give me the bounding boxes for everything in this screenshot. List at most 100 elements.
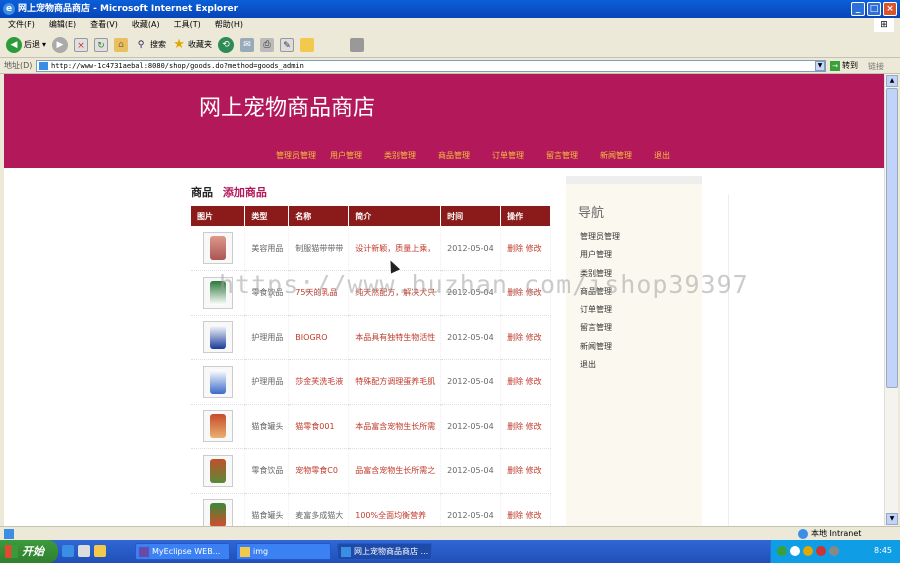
close-button[interactable]: ×: [883, 2, 897, 16]
address-url: http://www-1c4731aebal:8080/shop/goods.d…: [51, 62, 304, 70]
go-arrow-icon: →: [830, 60, 840, 71]
star-icon: ★: [173, 36, 185, 52]
folder-icon[interactable]: [300, 37, 315, 52]
sidebar-item-users[interactable]: 用户管理: [580, 249, 702, 267]
address-dropdown-icon[interactable]: ▼: [815, 61, 825, 71]
nav-orders[interactable]: 订单管理: [492, 150, 546, 161]
product-image[interactable]: [203, 499, 233, 526]
nav-messages[interactable]: 留言管理: [546, 150, 600, 161]
cell-image: [191, 404, 246, 449]
edit-link[interactable]: 修改: [526, 422, 542, 431]
table-row: 猫食罐头 猫零食001 本品富含宠物生长所需 2012-05-04 删除 修改: [191, 404, 551, 449]
tray-ime-icon[interactable]: [829, 546, 839, 556]
taskbar-item-myeclipse[interactable]: MyEclipse WEB...: [135, 543, 230, 560]
nav-admin[interactable]: 管理员管理: [276, 150, 330, 161]
table-row: 猫食罐头 麦富多成猫大 100%全面均衡营养 2012-05-04 删除 修改: [191, 493, 551, 526]
sidebar-item-admin[interactable]: 管理员管理: [580, 231, 702, 249]
product-image[interactable]: [203, 454, 233, 487]
vertical-scrollbar[interactable]: ▲ ▼: [884, 74, 898, 526]
menu-view[interactable]: 查看(V): [90, 18, 118, 32]
menu-file[interactable]: 文件(F): [8, 18, 35, 32]
cell-type: 猫食罐头: [244, 493, 290, 526]
back-dropdown-icon[interactable]: ▾: [42, 40, 46, 49]
sidebar-item-news[interactable]: 新闻管理: [580, 341, 702, 359]
favorites-button[interactable]: ★ 收藏夹: [172, 35, 212, 55]
cell-type: 猫食罐头: [244, 404, 290, 449]
menu-tools[interactable]: 工具(T): [174, 18, 201, 32]
edit-icon[interactable]: ✎: [280, 37, 295, 52]
taskbar: 开始 MyEclipse WEB... img 网上宠物商品商店 ... 8:4…: [0, 540, 900, 563]
cell-type: 护理用品: [244, 359, 290, 405]
edit-link[interactable]: 修改: [526, 377, 542, 386]
edit-link[interactable]: 修改: [526, 244, 542, 253]
history-icon[interactable]: ⟲: [218, 36, 235, 53]
tray-volume-icon[interactable]: [790, 546, 800, 556]
mail-icon[interactable]: ✉: [240, 37, 255, 52]
scroll-thumb[interactable]: [886, 88, 898, 388]
edit-link[interactable]: 修改: [526, 333, 542, 342]
nav-goods[interactable]: 商品管理: [438, 150, 492, 161]
scroll-down-icon[interactable]: ▼: [886, 513, 898, 525]
tray-network-icon[interactable]: [777, 546, 787, 556]
windows-logo-icon: ⊞: [874, 18, 894, 32]
delete-link[interactable]: 删除: [507, 511, 523, 520]
scroll-up-icon[interactable]: ▲: [886, 75, 898, 87]
explorer-quicklaunch-icon[interactable]: [94, 545, 106, 557]
search-button[interactable]: ⚲ 搜索: [134, 35, 166, 55]
back-arrow-icon: ◀: [6, 36, 22, 53]
forward-button[interactable]: ▶: [52, 35, 69, 55]
minimize-button[interactable]: _: [851, 2, 865, 16]
start-button[interactable]: 开始: [0, 540, 58, 563]
cell-image: [191, 448, 246, 494]
add-goods-link[interactable]: 添加商品: [223, 186, 267, 199]
product-image[interactable]: [203, 321, 233, 354]
nav-categories[interactable]: 类别管理: [384, 150, 438, 161]
print-icon[interactable]: ⎙: [260, 37, 275, 52]
refresh-icon[interactable]: ↻: [94, 37, 109, 52]
quick-launch: [62, 545, 106, 557]
back-button[interactable]: ◀ 后退 ▾: [6, 35, 46, 55]
section-label: 商品: [191, 186, 213, 199]
stop-icon[interactable]: ×: [74, 37, 89, 52]
delete-link[interactable]: 删除: [507, 333, 523, 342]
nav-news[interactable]: 新闻管理: [600, 150, 654, 161]
ie-quicklaunch-icon[interactable]: [62, 545, 74, 557]
browser-toolbar: ◀ 后退 ▾ ▶ × ↻ ⌂ ⚲ 搜索 ★ 收藏夹 ⟲ ✉ ⎙ ✎: [0, 32, 900, 58]
cell-desc: 100%全面均衡营养: [348, 493, 442, 526]
cell-image: [191, 226, 246, 271]
sidebar-item-logout[interactable]: 退出: [580, 359, 702, 377]
links-button[interactable]: 链接: [868, 61, 884, 72]
taskbar-item-img[interactable]: img: [236, 543, 331, 560]
delete-link[interactable]: 删除: [507, 244, 523, 253]
edit-link[interactable]: 修改: [526, 466, 542, 475]
address-input[interactable]: http://www-1c4731aebal:8080/shop/goods.d…: [36, 60, 826, 72]
search-label: 搜索: [150, 40, 167, 49]
cell-type: 零食饮品: [244, 448, 290, 494]
messenger-icon[interactable]: [350, 37, 365, 52]
menu-favorites[interactable]: 收藏(A): [132, 18, 160, 32]
nav-users[interactable]: 用户管理: [330, 150, 384, 161]
sidebar-item-orders[interactable]: 订单管理: [580, 304, 702, 322]
menu-help[interactable]: 帮助(H): [215, 18, 243, 32]
col-type: 类型: [244, 206, 290, 226]
home-icon[interactable]: ⌂: [114, 37, 129, 52]
desktop-quicklaunch-icon[interactable]: [78, 545, 90, 557]
product-image[interactable]: [203, 410, 233, 443]
task-label: MyEclipse WEB...: [152, 547, 221, 556]
delete-link[interactable]: 删除: [507, 422, 523, 431]
cell-type: 护理用品: [244, 315, 290, 360]
nav-logout[interactable]: 退出: [654, 150, 708, 161]
delete-link[interactable]: 删除: [507, 466, 523, 475]
product-image[interactable]: [203, 232, 233, 264]
tray-security-icon[interactable]: [803, 546, 813, 556]
tray-app-icon[interactable]: [816, 546, 826, 556]
cell-actions: 删除 修改: [500, 448, 551, 494]
menu-edit[interactable]: 编辑(E): [49, 18, 76, 32]
product-image[interactable]: [203, 365, 233, 398]
maximize-button[interactable]: □: [867, 2, 881, 16]
edit-link[interactable]: 修改: [526, 511, 542, 520]
sidebar-item-messages[interactable]: 留言管理: [580, 322, 702, 340]
taskbar-item-browser[interactable]: 网上宠物商品商店 ...: [337, 543, 432, 560]
go-button[interactable]: → 转到: [830, 60, 858, 71]
delete-link[interactable]: 删除: [507, 377, 523, 386]
